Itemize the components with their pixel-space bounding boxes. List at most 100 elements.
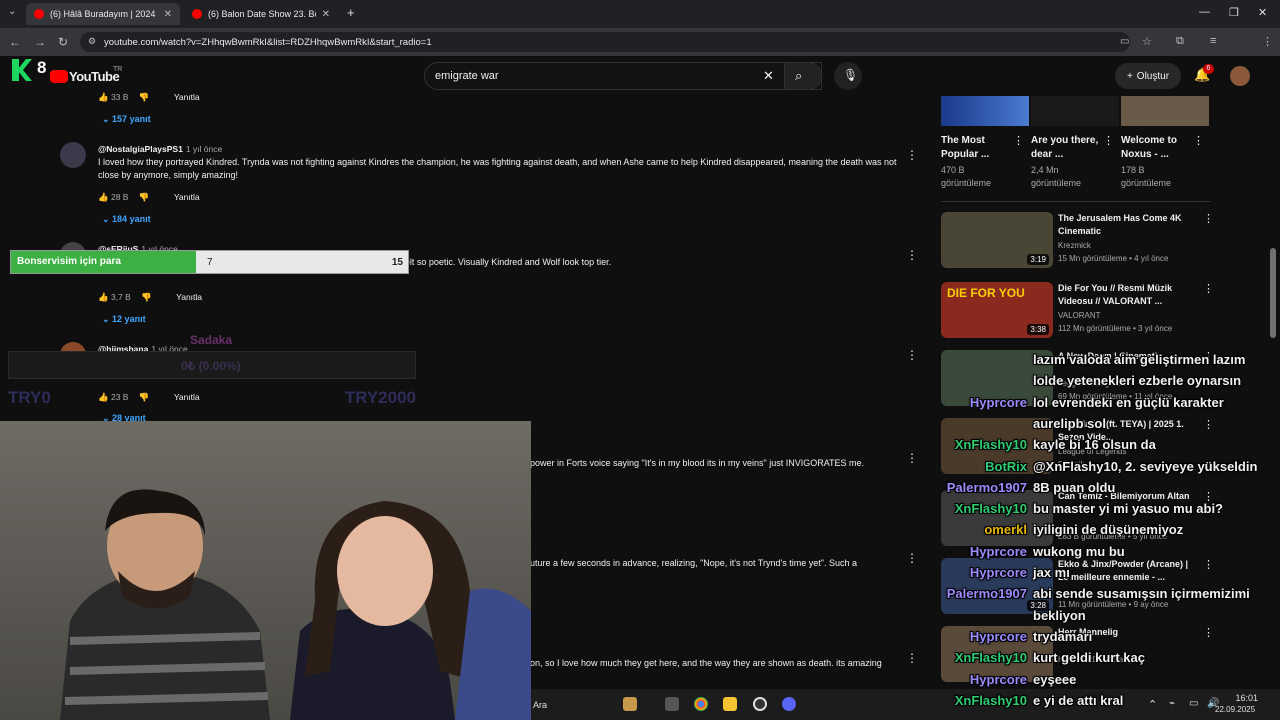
close-window-icon[interactable]: ✕ bbox=[1258, 6, 1267, 19]
close-tab-icon[interactable]: ✕ bbox=[322, 9, 330, 20]
display-icon[interactable]: ▭ bbox=[1189, 698, 1198, 709]
shelf-item[interactable]: Welcome to Noxus - ... 178 B görüntüleme bbox=[1121, 96, 1201, 190]
comment-menu-icon[interactable]: ⋮ bbox=[906, 148, 918, 162]
create-button[interactable]: + Oluştur bbox=[1115, 63, 1181, 89]
shelf-item[interactable]: Are you there, dear ... 2,4 Mn görüntülem… bbox=[1031, 96, 1111, 190]
comment-menu-icon[interactable]: ⋮ bbox=[906, 451, 918, 465]
recommendation-thumbnail[interactable]: DIE FOR YOU 3:38 bbox=[941, 282, 1053, 338]
replies-toggle[interactable]: ⌄ 157 yanıt bbox=[102, 114, 151, 125]
chat-text: trydamarı bbox=[1033, 628, 1093, 644]
reply-button[interactable]: Yanıtla bbox=[174, 192, 200, 202]
chat-message: XnFlashy10 kayle bi 16 olsun da bbox=[955, 437, 1156, 452]
youtube-logo-text[interactable]: YouTube bbox=[69, 69, 120, 84]
recommendation-thumbnail[interactable]: 3:19 bbox=[941, 212, 1053, 268]
divider bbox=[941, 201, 1211, 202]
taskbar-time[interactable]: 16:01 bbox=[1228, 693, 1258, 703]
dislike-icon[interactable]: 👎 bbox=[139, 92, 150, 102]
recommendation-item[interactable]: 3:19 The Jerusalem Has Come 4K Cinematic K… bbox=[941, 212, 1214, 276]
browser-menu-icon[interactable]: ⋮ bbox=[1262, 35, 1273, 48]
recommendation-title[interactable]: Die For You // Resmi Müzik Videosu // VA… bbox=[1058, 282, 1193, 308]
shelf-item[interactable]: The Most Popular ... 470 B görüntüleme bbox=[941, 96, 1021, 190]
tab-hala-buradayim[interactable]: (6) Hâlâ Buradayım | 2024 Se ✕ bbox=[26, 3, 180, 25]
shirt-stripe bbox=[69, 632, 261, 645]
task-view-icon[interactable] bbox=[665, 697, 679, 711]
media-control-icon[interactable]: ≡ bbox=[1210, 35, 1216, 47]
voice-search-button[interactable]: 🎙 bbox=[834, 62, 862, 90]
dislike-icon[interactable]: 👎 bbox=[141, 292, 152, 302]
new-tab-icon[interactable]: + bbox=[347, 5, 355, 20]
network-icon[interactable]: ⌁ bbox=[1169, 698, 1175, 709]
reply-button[interactable]: Yanıtla bbox=[174, 92, 200, 102]
obs-icon[interactable] bbox=[753, 697, 767, 711]
shelf-views-label: görüntüleme bbox=[1121, 178, 1172, 188]
discord-icon[interactable] bbox=[782, 697, 796, 711]
scrollbar[interactable] bbox=[1270, 248, 1276, 338]
close-tab-icon[interactable]: ✕ bbox=[164, 9, 172, 20]
recommendation-channel[interactable]: Krezmick bbox=[1058, 241, 1091, 250]
recommendation-title[interactable]: The Jerusalem Has Come 4K Cinematic bbox=[1058, 212, 1193, 238]
recommendation-menu-icon[interactable]: ⋮ bbox=[1203, 626, 1214, 639]
cast-icon[interactable]: ▭ bbox=[1120, 36, 1129, 47]
replies-toggle[interactable]: ⌄ 184 yanıt bbox=[102, 214, 151, 225]
chat-text: lazım valoda aim geliştirmen lazım bbox=[1033, 352, 1246, 367]
search-button[interactable]: ⌕ bbox=[784, 62, 822, 90]
url-bar[interactable]: ⚙ youtube.com/watch?v=ZHhqwBwmRkI&list=R… bbox=[80, 32, 1152, 52]
chat-message: XnFlashy10 kurt geldi kurt kaç bbox=[955, 650, 1145, 665]
back-icon[interactable]: ← bbox=[9, 35, 21, 49]
taskbar-search[interactable]: Ara bbox=[533, 700, 547, 710]
comment-menu-icon[interactable]: ⋮ bbox=[906, 348, 918, 362]
overlay-logo-number: 8 bbox=[37, 58, 47, 77]
recommendation-menu-icon[interactable]: ⋮ bbox=[1203, 558, 1214, 571]
tray-chevron-icon[interactable]: ⌃ bbox=[1148, 698, 1157, 711]
comment-author[interactable]: @NostalgiaPlaysPS1 1 yıl önce bbox=[98, 144, 222, 154]
recommendation-menu-icon[interactable]: ⋮ bbox=[1203, 212, 1214, 225]
chat-message: XnFlashy10 e yi de attı kral bbox=[955, 693, 1124, 708]
forward-icon[interactable]: → bbox=[34, 35, 46, 49]
like-icon[interactable]: 👍 bbox=[98, 192, 109, 202]
comment-text: uture a few seconds in advance, realizin… bbox=[530, 558, 857, 568]
file-explorer-icon[interactable] bbox=[723, 697, 737, 711]
recommendation-title[interactable]: Ekko & Jinx/Powder (Arcane) | Le meilleu… bbox=[1058, 558, 1193, 584]
youtube-logo-icon[interactable] bbox=[50, 70, 68, 83]
comment-menu-icon[interactable]: ⋮ bbox=[906, 551, 918, 565]
minimize-icon[interactable]: — bbox=[1199, 6, 1210, 18]
shelf-menu-icon[interactable]: ⋮ bbox=[1103, 134, 1114, 147]
comment-text: I loved how they portrayed Kindred. Tryn… bbox=[98, 157, 897, 180]
youtube-favicon-icon bbox=[192, 9, 202, 19]
site-info-icon[interactable]: ⚙ bbox=[88, 36, 96, 47]
recommendation-menu-icon[interactable]: ⋮ bbox=[1203, 282, 1214, 295]
recommendation-thumbnail[interactable] bbox=[941, 490, 1053, 546]
comment-menu-icon[interactable]: ⋮ bbox=[906, 651, 918, 665]
recommendation-menu-icon[interactable]: ⋮ bbox=[1203, 418, 1214, 431]
tab-search-icon[interactable]: ⌄ bbox=[8, 6, 16, 17]
bookmark-star-icon[interactable]: ☆ bbox=[1142, 35, 1152, 48]
like-icon[interactable]: 👍 bbox=[98, 92, 109, 102]
chat-username: XnFlashy10 bbox=[954, 692, 1027, 708]
webcam-people bbox=[60, 489, 531, 720]
restore-icon[interactable]: ❐ bbox=[1229, 6, 1239, 19]
comment-menu-icon[interactable]: ⋮ bbox=[906, 248, 918, 262]
chrome-icon[interactable] bbox=[694, 697, 708, 711]
replies-toggle[interactable]: ⌄ 12 yanıt bbox=[102, 314, 146, 325]
like-icon[interactable]: 👍 bbox=[98, 292, 109, 302]
recommendation-meta: 15 Mn görüntüleme • 4 yıl önce bbox=[1058, 254, 1169, 263]
chat-text: @XnFlashy10, 2. seviyeye yükseldin bbox=[1033, 458, 1258, 474]
taskbar-date[interactable]: 22.09.2025 bbox=[1215, 705, 1255, 714]
recommendation-channel[interactable]: VALORANT bbox=[1058, 311, 1101, 320]
widgets-icon[interactable] bbox=[623, 697, 637, 711]
shelf-menu-icon[interactable]: ⋮ bbox=[1013, 134, 1024, 147]
shelf-menu-icon[interactable]: ⋮ bbox=[1193, 134, 1204, 147]
extensions-icon[interactable]: ⧉ bbox=[1176, 35, 1184, 48]
dislike-icon[interactable]: 👎 bbox=[139, 192, 150, 202]
avatar[interactable] bbox=[60, 142, 86, 168]
chat-text: 8B puan oldu bbox=[1033, 479, 1116, 495]
tab-balon-date-show[interactable]: (6) Balon Date Show 23. Bölüm ✕ bbox=[184, 3, 338, 25]
search-icon: ⌕ bbox=[795, 68, 803, 83]
recommendation-item[interactable]: DIE FOR YOU 3:38 Die For You // Resmi Müzi… bbox=[941, 282, 1214, 346]
recommendation-meta: 112 Mn görüntüleme • 3 yıl önce bbox=[1058, 324, 1173, 333]
reload-icon[interactable]: ↻ bbox=[58, 35, 68, 49]
account-avatar[interactable] bbox=[1230, 66, 1250, 86]
comment-actions: 👍 28 B 👎 Yanıtla bbox=[98, 192, 200, 203]
clear-search-icon[interactable]: ✕ bbox=[763, 68, 774, 84]
reply-button[interactable]: Yanıtla bbox=[176, 292, 202, 302]
